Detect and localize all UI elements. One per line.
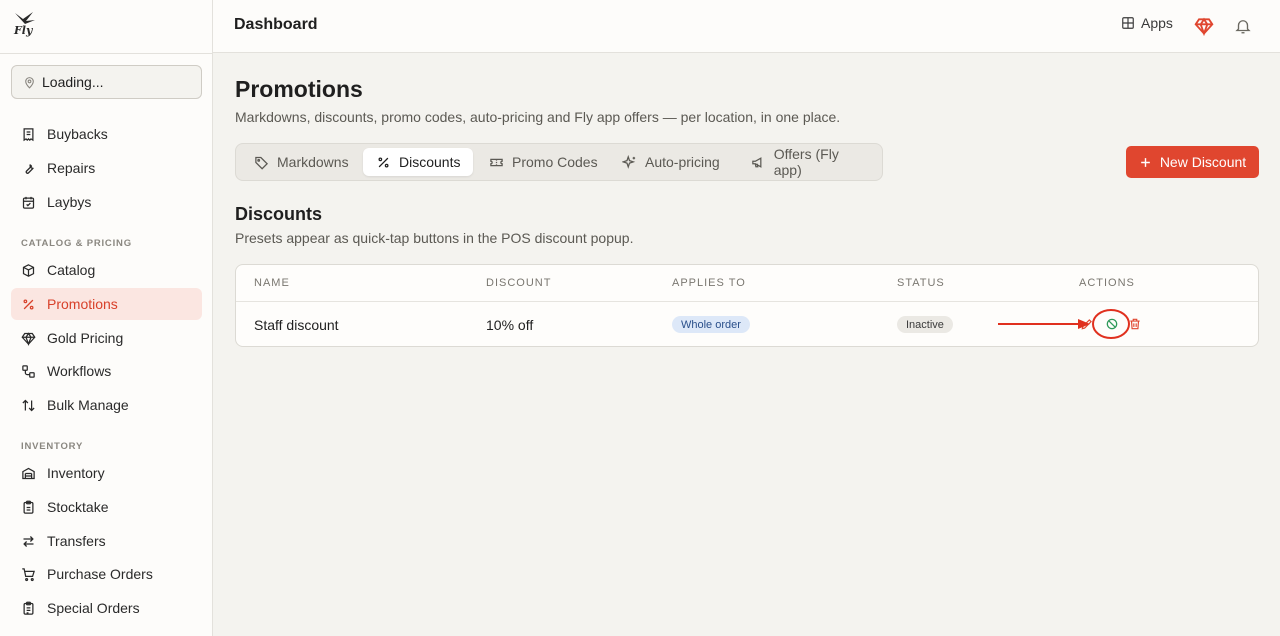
edit-pencil-icon[interactable] <box>1080 317 1094 331</box>
tag-icon <box>255 156 269 170</box>
wrench-icon <box>25 163 34 174</box>
column-header-status: STATUS <box>897 277 945 289</box>
column-header-name: NAME <box>254 277 290 289</box>
sidebar: Fly Loading... Buybacks Repairs Laybys C… <box>0 0 213 636</box>
tab-label: Discounts <box>399 154 461 170</box>
section-heading-inventory: INVENTORY <box>21 441 84 452</box>
sidebar-item-inventory[interactable]: Inventory <box>11 457 202 489</box>
ticket-icon <box>490 158 503 166</box>
clipboard-icon <box>23 500 34 514</box>
tab-auto-pricing[interactable]: Auto-pricing <box>609 148 733 176</box>
column-header-discount: DISCOUNT <box>486 277 552 289</box>
page-subtitle: Markdowns, discounts, promo codes, auto-… <box>235 109 841 125</box>
sidebar-item-repairs[interactable]: Repairs <box>11 152 202 184</box>
sort-arrows-icon <box>22 399 35 411</box>
location-label: Loading... <box>42 74 104 90</box>
sidebar-item-promotions[interactable]: Promotions <box>11 288 202 320</box>
bell-icon[interactable] <box>1234 16 1252 36</box>
sidebar-item-label: Promotions <box>47 296 118 312</box>
sidebar-item-label: Special Orders <box>47 600 140 616</box>
sidebar-item-label: Laybys <box>47 194 92 210</box>
percent-icon <box>23 299 34 309</box>
tab-promo-codes[interactable]: Promo Codes <box>476 148 611 176</box>
tab-discounts[interactable]: Discounts <box>363 148 474 176</box>
new-discount-label: New Discount <box>1159 154 1247 170</box>
tab-markdowns[interactable]: Markdowns <box>241 148 362 176</box>
page-header-title: Dashboard <box>234 16 318 33</box>
tab-label: Auto-pricing <box>645 154 720 170</box>
tab-label: Promo Codes <box>512 154 598 170</box>
warehouse-icon <box>22 467 35 479</box>
sidebar-item-label: Buybacks <box>47 126 108 142</box>
apps-button[interactable]: Apps <box>1121 15 1173 31</box>
trash-icon[interactable] <box>1128 317 1142 331</box>
divider <box>236 301 1258 302</box>
promotion-tabs: Markdowns Discounts Promo Codes Auto-pri… <box>235 143 883 181</box>
discount-name: Staff discount <box>254 317 339 333</box>
discounts-table: NAME DISCOUNT APPLIES TO STATUS ACTIONS … <box>235 264 1259 347</box>
status-badge: Inactive <box>897 316 953 333</box>
gem-icon <box>21 331 36 346</box>
sidebar-item-purchase-orders[interactable]: Purchase Orders <box>11 558 202 590</box>
workflow-icon <box>22 364 35 378</box>
page-title: Promotions <box>235 76 363 102</box>
sidebar-item-special-orders[interactable]: Special Orders <box>11 592 202 624</box>
location-select[interactable]: Loading... <box>11 65 202 99</box>
logo-text: Fly <box>14 24 33 37</box>
sidebar-item-workflows[interactable]: Workflows <box>11 355 202 387</box>
column-header-applies-to: APPLIES TO <box>672 277 746 289</box>
sidebar-item-buybacks[interactable]: Buybacks <box>11 118 202 150</box>
sidebar-item-stocktake[interactable]: Stocktake <box>11 491 202 523</box>
toggle-active-icon[interactable] <box>1105 317 1119 331</box>
section-heading-catalog: CATALOG & PRICING <box>21 238 132 249</box>
calendar-icon <box>22 196 35 209</box>
sidebar-item-label: Stocktake <box>47 499 109 515</box>
section-subtitle: Presets appear as quick-tap buttons in t… <box>235 230 634 246</box>
sidebar-item-bulk-manage[interactable]: Bulk Manage <box>11 389 202 421</box>
plus-icon <box>1140 157 1150 167</box>
sidebar-item-transfers[interactable]: Transfers <box>11 525 202 557</box>
gem-icon[interactable] <box>1194 16 1214 36</box>
box-icon <box>22 263 35 277</box>
sidebar-item-label: Workflows <box>47 363 112 379</box>
sidebar-item-catalog[interactable]: Catalog <box>11 254 202 286</box>
tab-label: Markdowns <box>277 154 349 170</box>
map-pin-icon <box>25 76 34 89</box>
grid-icon <box>1122 17 1134 29</box>
tab-label: Offers (Fly app) <box>773 146 839 178</box>
sidebar-item-label: Purchase Orders <box>47 566 153 582</box>
divider <box>0 53 213 54</box>
top-bar: Dashboard Apps <box>213 0 1280 53</box>
sidebar-item-label: Gold Pricing <box>47 330 124 346</box>
sidebar-item-label: Catalog <box>47 262 96 278</box>
sidebar-item-gold-pricing[interactable]: Gold Pricing <box>11 322 202 354</box>
discount-value: 10% off <box>486 317 534 333</box>
column-header-actions: ACTIONS <box>1079 277 1135 289</box>
tab-offers-fly-app[interactable]: Offers (Fly app) <box>738 146 882 178</box>
sidebar-item-label: Repairs <box>47 160 96 176</box>
sidebar-item-label: Bulk Manage <box>47 397 129 413</box>
cart-icon <box>22 567 35 581</box>
applies-to-badge: Whole order <box>672 316 750 333</box>
transfer-arrows-icon <box>23 535 34 547</box>
receipt-icon <box>23 127 34 141</box>
percent-icon <box>378 157 389 167</box>
sidebar-item-laybys[interactable]: Laybys <box>11 186 202 218</box>
new-discount-button[interactable]: New Discount <box>1126 146 1259 178</box>
section-title: Discounts <box>235 204 323 224</box>
apps-label: Apps <box>1141 15 1173 31</box>
sidebar-item-label: Transfers <box>47 533 106 549</box>
clipboard-list-icon <box>23 601 34 615</box>
megaphone-icon <box>752 156 762 168</box>
sparkles-icon <box>622 154 636 169</box>
sidebar-item-label: Inventory <box>47 465 105 481</box>
